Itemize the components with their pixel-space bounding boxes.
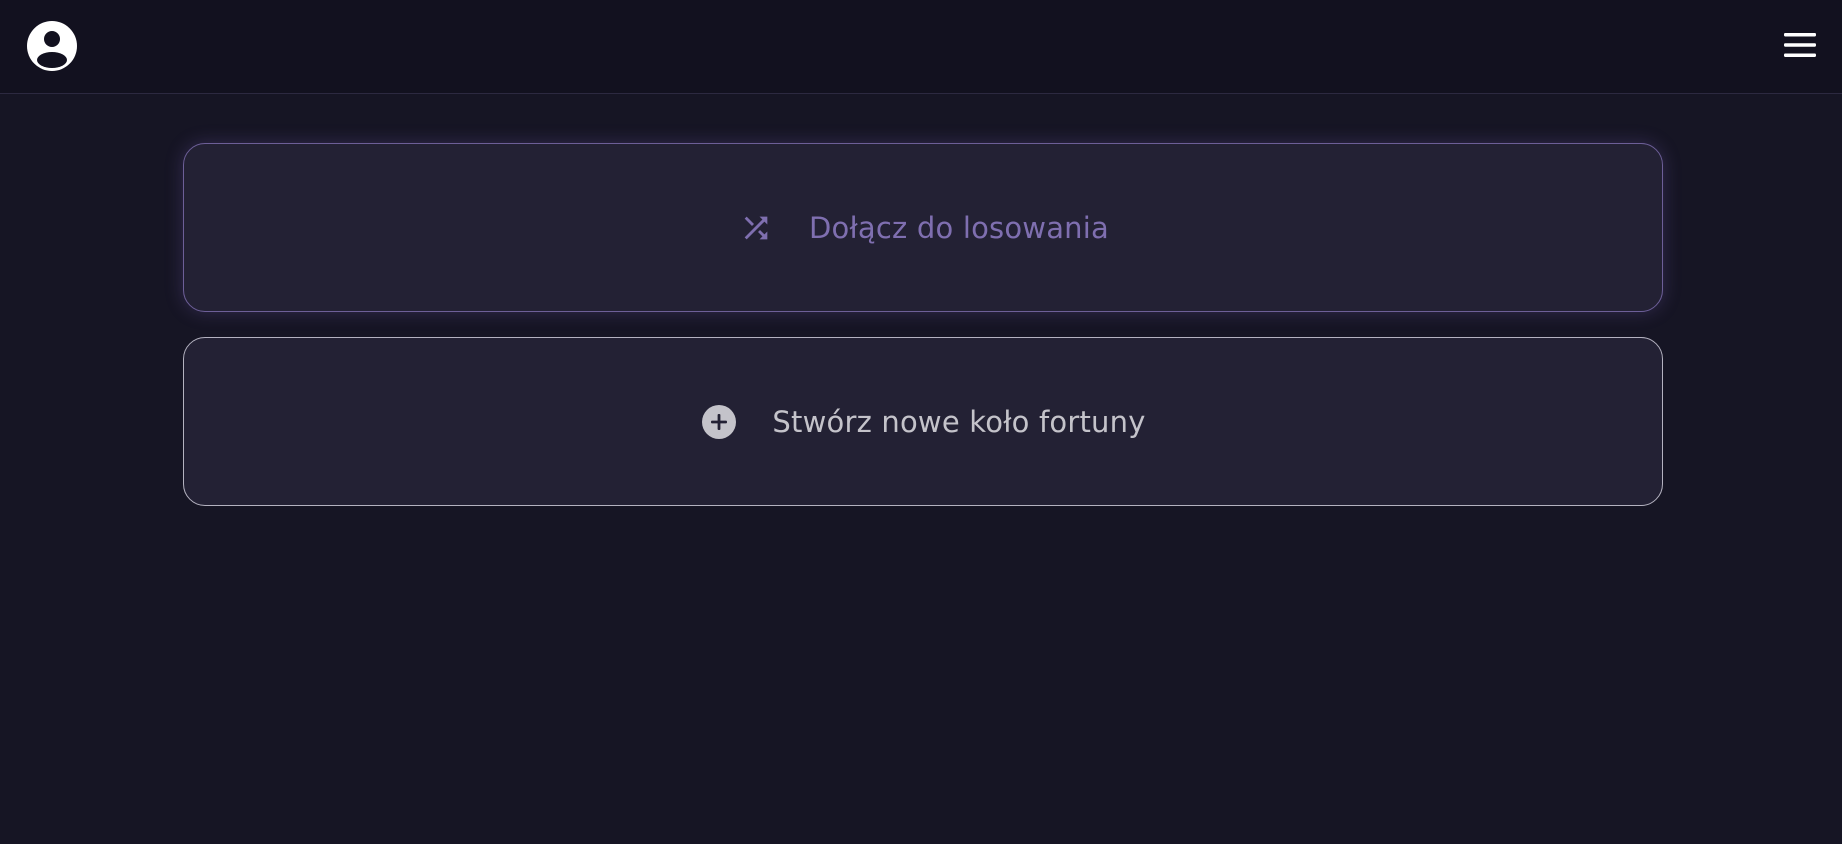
create-wheel-label: Stwórz nowe koło fortuny [772,404,1146,439]
plus-circle-icon [700,403,738,441]
account-circle-icon [27,21,77,71]
hamburger-menu-icon [1784,33,1816,57]
shuffle-icon [737,209,775,247]
menu-button[interactable] [1784,29,1816,61]
join-draw-button[interactable]: Dołącz do losowania [183,143,1663,312]
account-button[interactable] [26,20,78,72]
create-wheel-button[interactable]: Stwórz nowe koło fortuny [183,337,1663,506]
top-bar [0,0,1842,94]
join-draw-label: Dołącz do losowania [809,210,1109,245]
